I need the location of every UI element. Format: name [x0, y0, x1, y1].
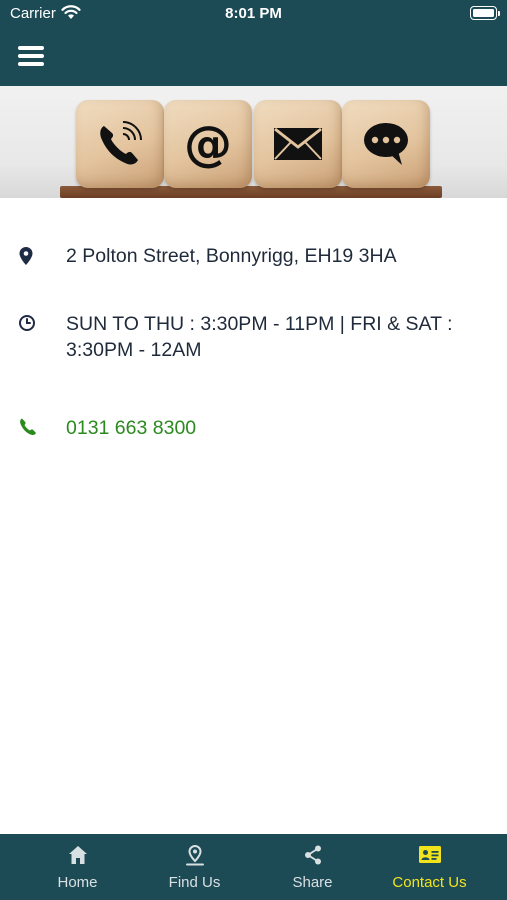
tab-contact-us-label: Contact Us [392, 874, 467, 891]
at-sign-icon: @ [164, 100, 252, 188]
chat-bubble-icon [342, 100, 430, 188]
hours-row: SUN TO THU : 3:30PM - 11PM | FRI & SAT :… [0, 308, 507, 368]
tab-home[interactable]: Home [19, 834, 136, 900]
phone-row[interactable]: 0131 663 8300 [0, 412, 507, 444]
tab-find-us[interactable]: Find Us [136, 834, 253, 900]
opening-hours-text: SUN TO THU : 3:30PM - 11PM | FRI & SAT :… [66, 313, 453, 361]
clock: 8:01 PM [225, 5, 282, 22]
tab-find-us-label: Find Us [168, 874, 221, 891]
envelope-icon [254, 100, 342, 188]
tab-share[interactable]: Share [254, 834, 371, 900]
home-icon [19, 844, 136, 866]
tab-share-label: Share [292, 874, 333, 891]
address-row: 2 Polton Street, Bonnyrigg, EH19 3HA [0, 240, 507, 272]
hamburger-menu-icon[interactable] [18, 44, 46, 68]
address-text: 2 Polton Street, Bonnyrigg, EH19 3HA [66, 245, 397, 267]
svg-text:@: @ [184, 118, 232, 170]
tab-contact-us[interactable]: Contact Us [371, 834, 488, 900]
app-header [0, 28, 507, 86]
phone-icon [18, 417, 38, 442]
phone-number-link[interactable]: 0131 663 8300 [66, 415, 467, 441]
contact-banner-image: @ [0, 86, 507, 198]
contact-card-icon [371, 844, 488, 866]
clock-icon [18, 314, 36, 337]
phone-icon [76, 100, 164, 188]
status-bar: Carrier 8:01 PM [0, 0, 507, 28]
battery-icon [470, 6, 500, 20]
location-pin-icon [18, 246, 34, 271]
share-icon [254, 844, 371, 866]
bottom-tab-bar: Home Find Us Share Contact Us [0, 834, 507, 900]
location-pin-icon [136, 844, 253, 866]
tab-home-label: Home [57, 874, 98, 891]
